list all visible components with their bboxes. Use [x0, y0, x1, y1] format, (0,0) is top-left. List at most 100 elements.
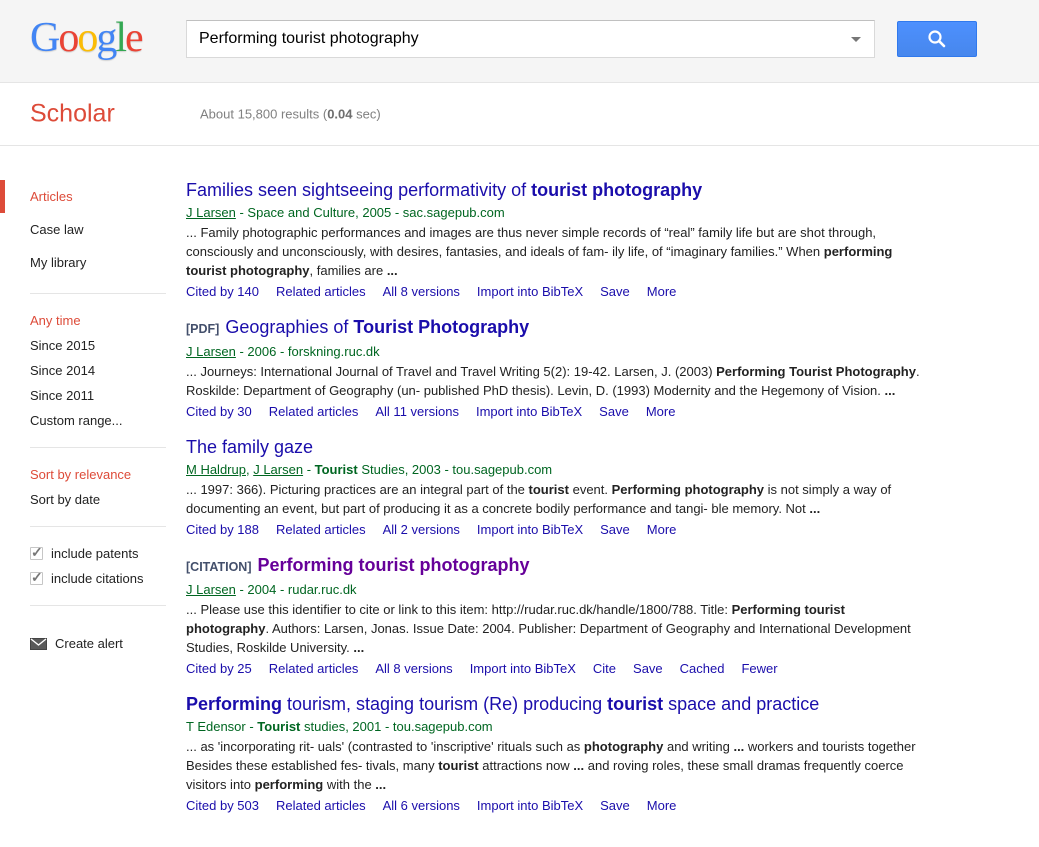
cite-link[interactable]: Cite: [593, 661, 616, 676]
save-link[interactable]: Save: [600, 284, 630, 299]
related-articles-link[interactable]: Related articles: [269, 404, 359, 419]
search-result: Performing tourism, staging tourism (Re)…: [186, 693, 936, 815]
all-2-versions-link[interactable]: All 2 versions: [383, 522, 460, 537]
import-into-bibtex-link[interactable]: Import into BibTeX: [476, 404, 582, 419]
include-patents-label: include patents: [51, 546, 138, 561]
related-articles-link[interactable]: Related articles: [276, 522, 366, 537]
scholar-bar: Scholar About 15,800 results (0.04 sec): [0, 83, 1039, 146]
sidebar-sort-by-relevance[interactable]: Sort by relevance: [0, 462, 186, 487]
sidebar-filter-custom-range[interactable]: Custom range...: [0, 408, 186, 433]
cited-by-188-link[interactable]: Cited by 188: [186, 522, 259, 537]
import-into-bibtex-link[interactable]: Import into BibTeX: [477, 798, 583, 813]
sidebar-item-my-library[interactable]: My library: [0, 246, 186, 279]
more-link[interactable]: More: [647, 284, 677, 299]
save-link[interactable]: Save: [600, 522, 630, 537]
cited-by-140-link[interactable]: Cited by 140: [186, 284, 259, 299]
result-snippet: ... Please use this identifier to cite o…: [186, 600, 924, 657]
sidebar-divider: [30, 293, 166, 294]
results-list: Families seen sightseeing performativity…: [186, 146, 936, 830]
author-link[interactable]: J Larsen: [253, 462, 303, 477]
import-into-bibtex-link[interactable]: Import into BibTeX: [477, 284, 583, 299]
sidebar-divider: [30, 526, 166, 527]
include-citations-row[interactable]: include citations: [0, 566, 186, 591]
citation-tag: [CITATION]: [186, 560, 252, 574]
include-citations-label: include citations: [51, 571, 144, 586]
related-articles-link[interactable]: Related articles: [269, 661, 359, 676]
cited-by-25-link[interactable]: Cited by 25: [186, 661, 252, 676]
result-action-links: Cited by 503 Related articles All 6 versio…: [186, 796, 936, 815]
save-link[interactable]: Save: [599, 404, 629, 419]
cited-by-30-link[interactable]: Cited by 30: [186, 404, 252, 419]
result-title: The family gaze: [186, 436, 936, 459]
import-into-bibtex-link[interactable]: Import into BibTeX: [477, 522, 583, 537]
result-title: Performing tourism, staging tourism (Re)…: [186, 693, 936, 716]
save-link[interactable]: Save: [633, 661, 663, 676]
search-dropdown-arrow-icon[interactable]: [851, 37, 861, 42]
search-result: The family gaze M Haldrup, J Larsen - Tou…: [186, 436, 936, 539]
envelope-icon: [30, 638, 55, 650]
result-action-links: Cited by 188 Related articles All 2 versio…: [186, 520, 936, 539]
result-action-links: Cited by 30 Related articles All 11 versio…: [186, 402, 936, 421]
create-alert-label: Create alert: [55, 636, 123, 651]
result-title-link[interactable]: Geographies of Tourist Photography: [225, 317, 529, 337]
create-alert-button[interactable]: Create alert: [0, 620, 186, 651]
top-header: Google: [0, 0, 1039, 83]
all-8-versions-link[interactable]: All 8 versions: [375, 661, 452, 676]
result-snippet: ... as 'incorporating rit- uals' (contra…: [186, 737, 924, 794]
sidebar-filter-since-2011[interactable]: Since 2011: [0, 383, 186, 408]
search-result: [CITATION] Performing tourist photography…: [186, 554, 936, 678]
include-patents-checkbox[interactable]: [30, 547, 43, 560]
result-action-links: Cited by 140 Related articles All 8 versio…: [186, 282, 936, 301]
result-authors: J Larsen - 2004 - rudar.ruc.dk: [186, 581, 936, 599]
fewer-link[interactable]: Fewer: [741, 661, 777, 676]
sidebar-filter-any-time[interactable]: Any time: [0, 308, 186, 333]
result-title-link[interactable]: The family gaze: [186, 437, 313, 457]
author-link[interactable]: J Larsen: [186, 582, 236, 597]
sidebar-sort-by-date[interactable]: Sort by date: [0, 487, 186, 512]
author-link[interactable]: J Larsen: [186, 344, 236, 359]
result-snippet: ... Journeys: International Journal of T…: [186, 362, 924, 400]
author-link[interactable]: M Haldrup: [186, 462, 246, 477]
search-button[interactable]: [897, 21, 977, 57]
result-title-link[interactable]: Performing tourist photography: [258, 555, 530, 575]
sidebar-filter-since-2015[interactable]: Since 2015: [0, 333, 186, 358]
sidebar-item-articles[interactable]: Articles: [0, 180, 186, 213]
search-box: [186, 20, 875, 58]
search-icon: [926, 28, 948, 50]
all-11-versions-link[interactable]: All 11 versions: [375, 404, 459, 419]
result-authors: T Edensor - Tourist studies, 2001 - tou.…: [186, 718, 936, 736]
all-6-versions-link[interactable]: All 6 versions: [383, 798, 460, 813]
sidebar-filter-since-2014[interactable]: Since 2014: [0, 358, 186, 383]
more-link[interactable]: More: [647, 522, 677, 537]
author-link[interactable]: J Larsen: [186, 205, 236, 220]
result-authors: J Larsen - Space and Culture, 2005 - sac…: [186, 204, 936, 222]
result-action-links: Cited by 25 Related articles All 8 version…: [186, 659, 936, 678]
more-link[interactable]: More: [647, 798, 677, 813]
result-title-link[interactable]: Performing tourism, staging tourism (Re)…: [186, 694, 819, 714]
sidebar-divider: [30, 605, 166, 606]
sidebar-item-case-law[interactable]: Case law: [0, 213, 186, 246]
result-stats: About 15,800 results (0.04 sec): [200, 107, 381, 122]
cited-by-503-link[interactable]: Cited by 503: [186, 798, 259, 813]
cached-link[interactable]: Cached: [680, 661, 725, 676]
include-citations-checkbox[interactable]: [30, 572, 43, 585]
result-authors: J Larsen - 2006 - forskning.ruc.dk: [186, 343, 936, 361]
search-result: [PDF] Geographies of Tourist Photography J…: [186, 316, 936, 421]
google-logo[interactable]: Google: [30, 14, 142, 62]
import-into-bibtex-link[interactable]: Import into BibTeX: [470, 661, 576, 676]
pdf-tag: [PDF]: [186, 322, 219, 336]
result-snippet: ... 1997: 366). Picturing practices are …: [186, 480, 924, 518]
search-input[interactable]: [187, 21, 874, 57]
result-title: [PDF] Geographies of Tourist Photography: [186, 316, 936, 341]
all-8-versions-link[interactable]: All 8 versions: [383, 284, 460, 299]
scholar-brand[interactable]: Scholar: [30, 100, 115, 129]
related-articles-link[interactable]: Related articles: [276, 798, 366, 813]
related-articles-link[interactable]: Related articles: [276, 284, 366, 299]
save-link[interactable]: Save: [600, 798, 630, 813]
result-title-link[interactable]: Families seen sightseeing performativity…: [186, 180, 702, 200]
sidebar: ArticlesCase lawMy library Any time Sinc…: [0, 146, 186, 651]
include-patents-row[interactable]: include patents: [0, 541, 186, 566]
more-link[interactable]: More: [646, 404, 676, 419]
result-title: [CITATION] Performing tourist photography: [186, 554, 936, 579]
result-authors: M Haldrup, J Larsen - Tourist Studies, 2…: [186, 461, 936, 479]
